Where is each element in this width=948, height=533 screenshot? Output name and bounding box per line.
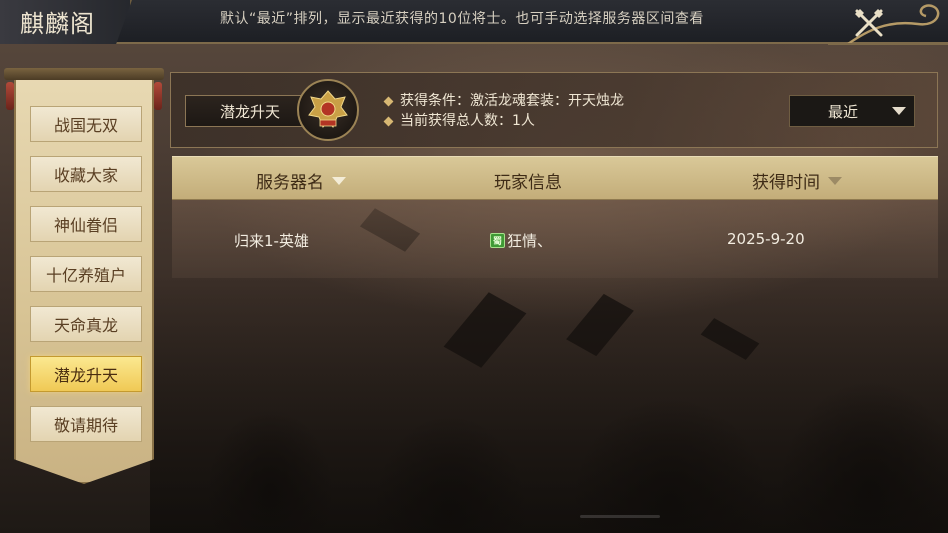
- scroll-indicator: [580, 515, 660, 518]
- sort-dropdown-value: 最近: [828, 102, 859, 121]
- dragon-emblem-icon: [308, 90, 348, 128]
- chevron-down-icon: [892, 107, 906, 115]
- condition-text: 获得条件：激活龙魂套装：开天烛龙: [400, 93, 624, 109]
- sidebar-item-jingqingqidai[interactable]: 敬请期待: [30, 406, 142, 442]
- sidebar-scroll-rod: [4, 68, 164, 80]
- player-name: 狂情、: [507, 232, 553, 250]
- sidebar-item-zhanguowushuang[interactable]: 战国无双: [30, 106, 142, 142]
- sidebar-item-qianlongshengtian[interactable]: 潜龙升天: [30, 356, 142, 392]
- column-header-label: 玩家信息: [494, 173, 562, 193]
- table-body: 归来1-英雄 蜀 狂情、 2025-9-20: [172, 200, 938, 278]
- faction-shu-icon: 蜀: [490, 233, 505, 248]
- achievement-info-bar: 潜龙升天 获得条件：激活龙魂套装：开天烛龙 当前获得总人数：1人 最近: [170, 72, 938, 148]
- column-header-time[interactable]: 获得时间: [752, 168, 842, 193]
- diamond-bullet-icon: [383, 96, 394, 106]
- column-header-label: 获得时间: [752, 173, 820, 193]
- achievement-conditions: 获得条件：激活龙魂套装：开天烛龙 当前获得总人数：1人: [383, 91, 624, 131]
- sort-dropdown[interactable]: 最近: [789, 95, 915, 127]
- category-sidebar: 战国无双 收藏大家 神仙眷侣 十亿养殖户 天命真龙 潜龙升天 敬请期待: [4, 68, 164, 497]
- table-header: 服务器名 玩家信息 获得时间: [172, 156, 938, 200]
- crossed-weapons-icon: [855, 9, 883, 37]
- army-silhouettes: [150, 273, 948, 533]
- window-title: 麒麟阁: [20, 10, 95, 38]
- total-count-text: 当前获得总人数：1人: [400, 113, 535, 129]
- achievement-tag: 潜龙升天: [185, 95, 315, 127]
- sidebar-tassel-right: [154, 82, 162, 110]
- sidebar-tassel-left: [6, 82, 14, 110]
- notice-text: 默认“最近”排列，显示最近获得的10位将士。也可手动选择服务器区间查看: [220, 11, 704, 27]
- diamond-bullet-icon: [383, 116, 394, 126]
- sidebar-item-shenxianjuanlv[interactable]: 神仙眷侣: [30, 206, 142, 242]
- column-header-label: 服务器名: [256, 173, 324, 193]
- sort-arrow-icon: [828, 176, 842, 185]
- cell-player: 蜀 狂情、: [490, 230, 552, 251]
- sort-arrow-icon: [332, 176, 346, 185]
- top-bar: 麒麟阁 默认“最近”排列，显示最近获得的10位将士。也可手动选择服务器区间查看: [0, 0, 948, 46]
- sidebar-item-shoucangdajia[interactable]: 收藏大家: [30, 156, 142, 192]
- cell-time: 2025-9-20: [727, 230, 805, 248]
- column-header-player: 玩家信息: [494, 168, 562, 193]
- column-header-server[interactable]: 服务器名: [256, 168, 346, 193]
- sidebar-item-tianmingzhenlong[interactable]: 天命真龙: [30, 306, 142, 342]
- cell-server: 归来1-英雄: [234, 232, 309, 250]
- achievement-badge: [297, 79, 359, 141]
- close-button[interactable]: [798, 0, 948, 46]
- sidebar-item-shiyiyangzhihu[interactable]: 十亿养殖户: [30, 256, 142, 292]
